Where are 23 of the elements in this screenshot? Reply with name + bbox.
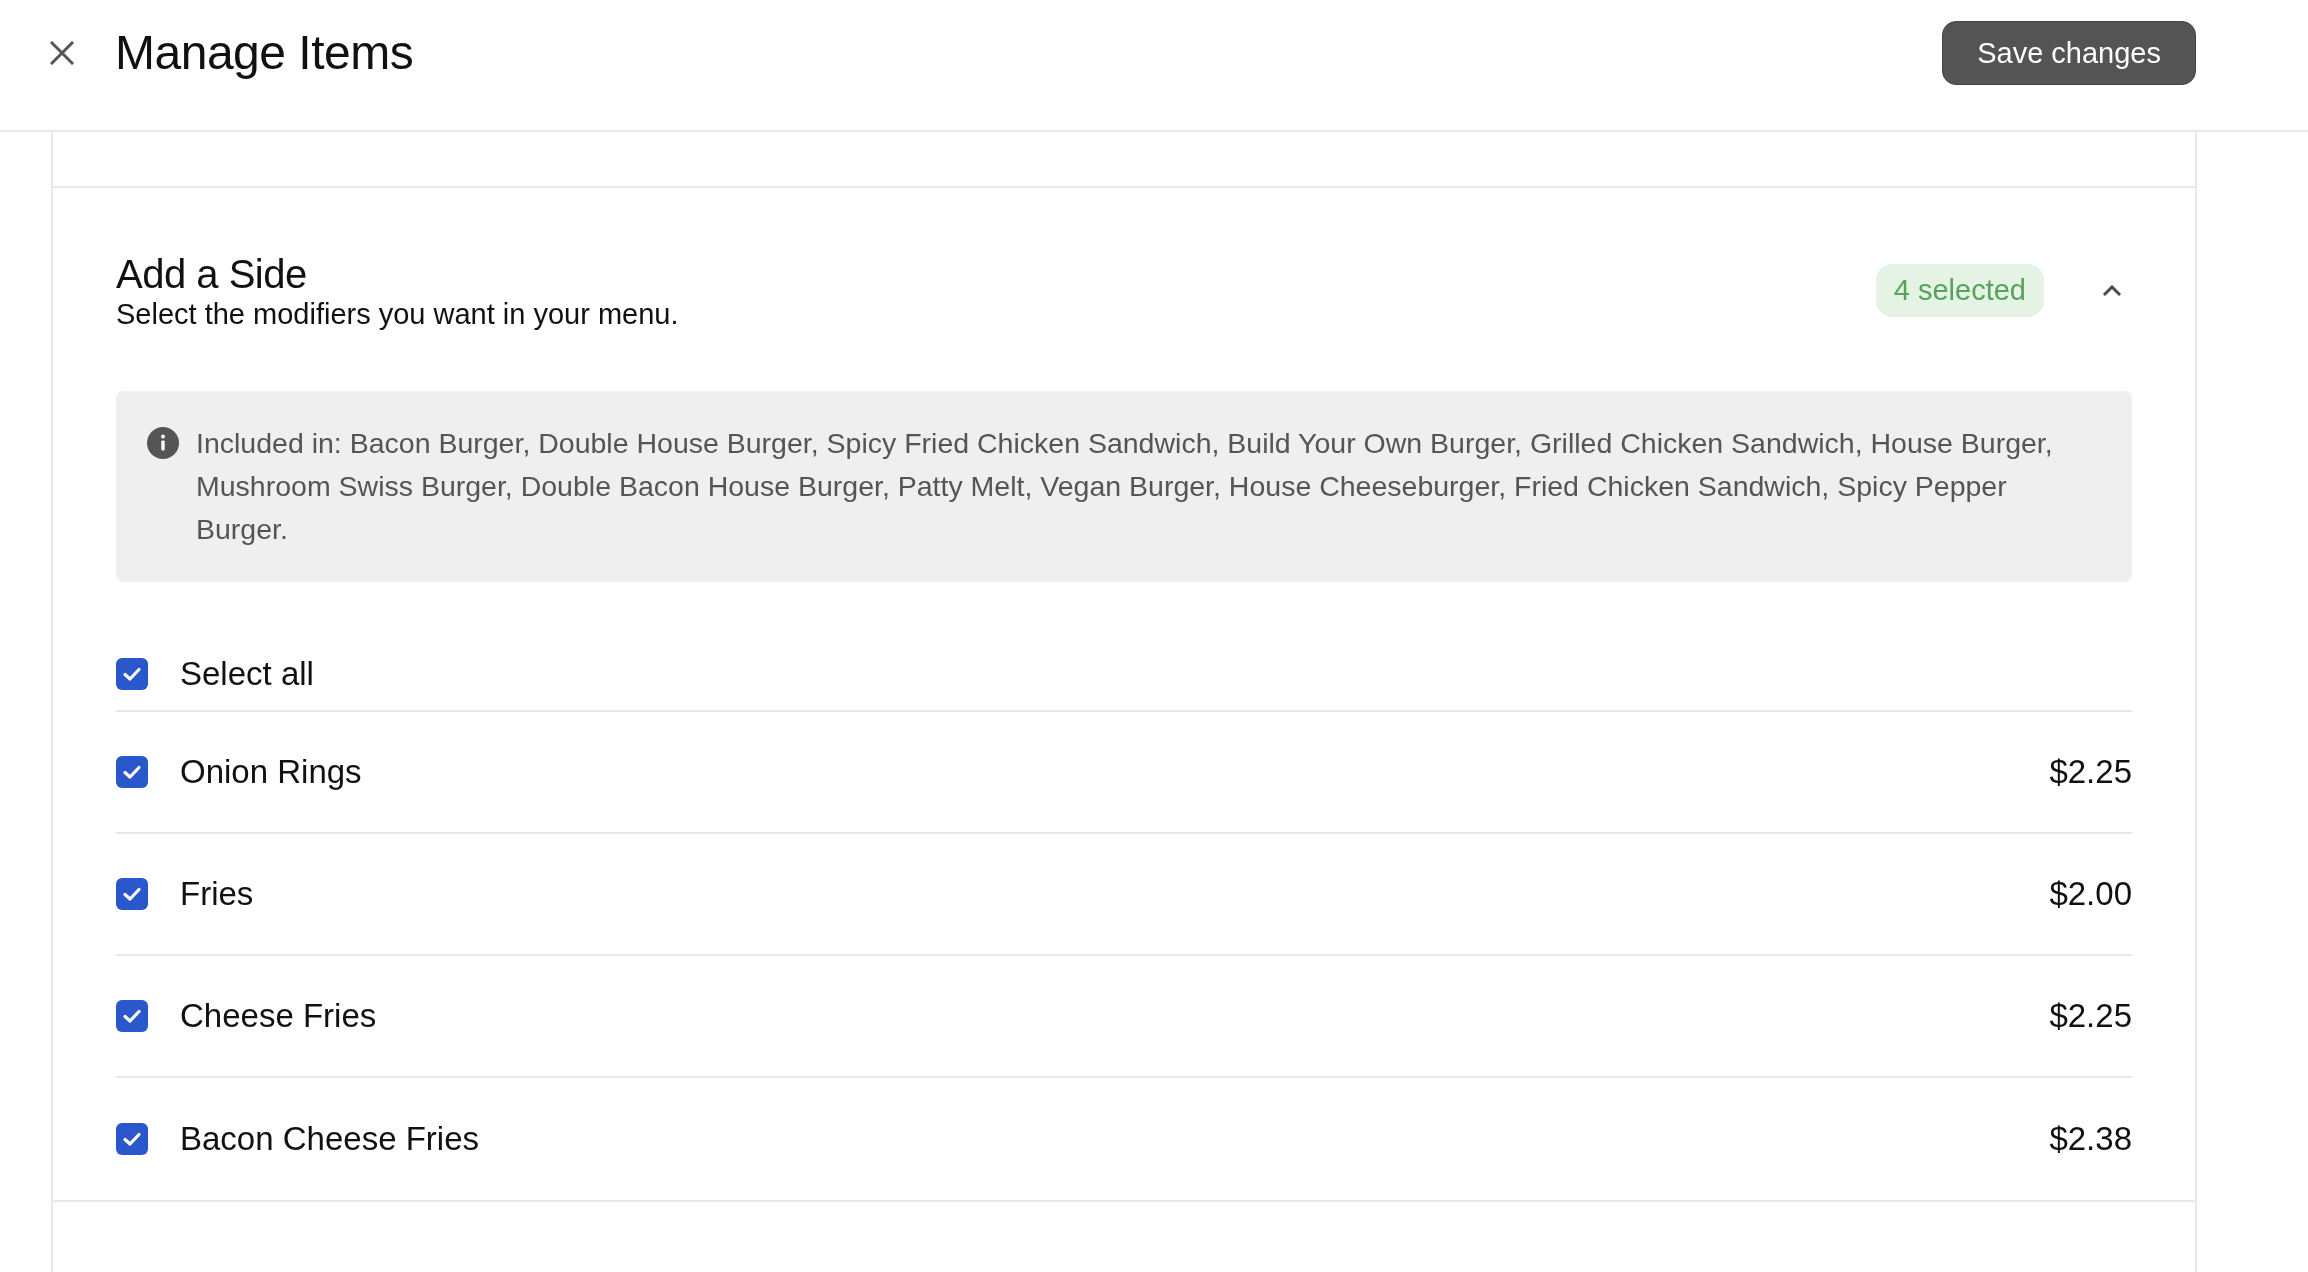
item-name: Fries <box>180 875 255 914</box>
checkbox[interactable] <box>116 658 148 691</box>
save-button[interactable]: Save changes <box>1942 21 2196 85</box>
info-icon <box>147 427 179 460</box>
included-in-note: Included in: Bacon Burger, Double House Burger, Spicy Fried Chicken Sandwich, Build Your Own Burger, Grilled Chicken Sandwich, House Burger, Mushroom Swiss Burger, Double Bacon House Burger, Patty Melt, Vegan Burger, House Cheeseburger, Fried Chicken Sandwich, Spicy Pepper Burger. <box>196 426 2054 548</box>
checkbox[interactable] <box>116 1000 148 1033</box>
item-name: Onion Rings <box>180 753 363 792</box>
item-name: Cheese Fries <box>180 997 378 1036</box>
section-title: Add a Side <box>116 251 308 298</box>
chevron-up-icon[interactable] <box>2102 284 2122 297</box>
select-all-label: Select all <box>180 655 315 694</box>
item-price: $2.00 <box>2049 875 2132 914</box>
close-icon[interactable] <box>50 41 74 65</box>
checkbox[interactable] <box>116 878 148 911</box>
checkbox[interactable] <box>116 756 148 789</box>
selection-count: 4 selected <box>1875 264 2044 318</box>
item-name: Bacon Cheese Fries <box>180 1120 480 1159</box>
checkbox[interactable] <box>116 1123 148 1156</box>
page-title: Manage Items <box>115 25 415 82</box>
item-price: $2.25 <box>2049 997 2132 1036</box>
item-price: $2.25 <box>2049 753 2132 792</box>
item-price: $2.38 <box>2049 1120 2132 1159</box>
section-subtitle: Select the modifiers you want in your menu. <box>116 298 680 332</box>
